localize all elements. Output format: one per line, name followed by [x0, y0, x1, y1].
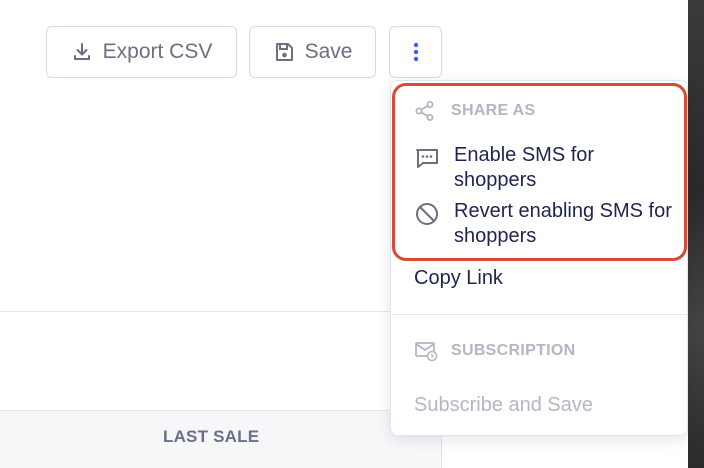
message-icon — [414, 145, 442, 178]
more-options-menu — [390, 80, 688, 436]
menu-item-revert-sms[interactable]: Revert enabling SMS for shoppers — [414, 199, 676, 249]
more-options-button[interactable] — [389, 26, 442, 78]
mail-clock-icon — [414, 340, 438, 367]
subscription-heading: SUBSCRIPTION — [451, 342, 576, 359]
export-csv-button[interactable]: Export CSV — [46, 26, 237, 78]
menu-divider — [390, 314, 688, 315]
copy-link-label: Copy Link — [414, 267, 503, 289]
background-window-edge — [688, 0, 704, 468]
floppy-disk-icon — [273, 41, 295, 63]
download-icon — [71, 41, 93, 63]
content-divider — [0, 311, 390, 312]
share-icon — [414, 100, 436, 127]
menu-item-enable-sms[interactable]: Enable SMS for shoppers — [414, 143, 676, 193]
subscribe-and-save-label: Subscribe and Save — [414, 394, 594, 416]
menu-item-copy-link[interactable]: Copy Link — [414, 266, 503, 291]
menu-item-subscribe-and-save[interactable]: Subscribe and Save — [414, 393, 593, 418]
block-icon — [414, 201, 442, 234]
revert-sms-label: Revert enabling SMS for shoppers — [454, 200, 672, 247]
export-csv-label: Export CSV — [102, 40, 213, 63]
save-button[interactable]: Save — [249, 26, 376, 78]
vertical-ellipsis-icon — [412, 41, 420, 63]
save-label: Save — [304, 40, 353, 63]
enable-sms-label: Enable SMS for shoppers — [454, 144, 595, 191]
table-header: LAST SALE — [0, 410, 442, 468]
column-header-last-sale[interactable]: LAST SALE — [163, 427, 259, 447]
share-as-heading: SHARE AS — [451, 102, 536, 119]
